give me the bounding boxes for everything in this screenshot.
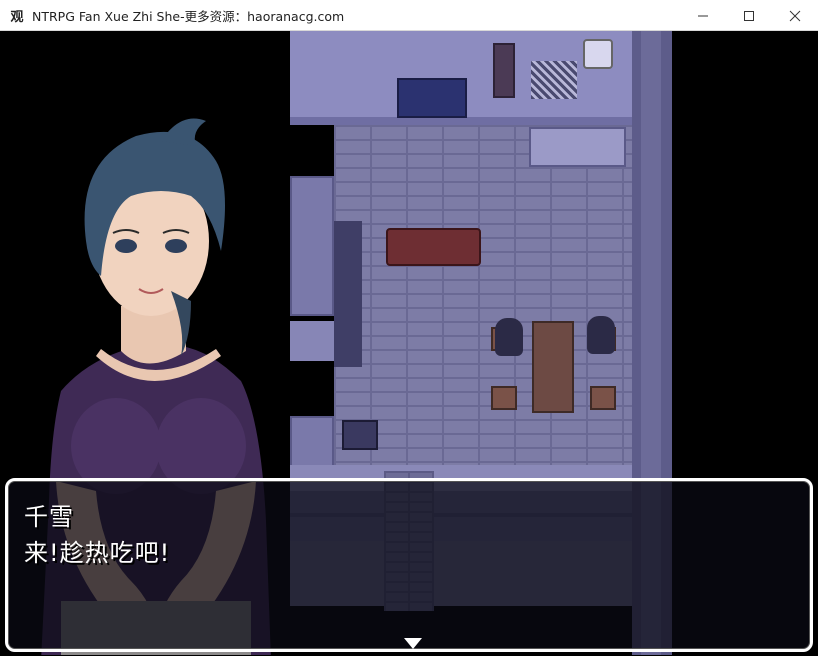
- grandfather-clock: [493, 43, 515, 98]
- maximize-icon: [744, 10, 754, 21]
- wall-trim: [290, 117, 637, 125]
- left-shadow: [334, 221, 362, 367]
- chair: [491, 386, 517, 410]
- left-wall-block: [290, 176, 334, 316]
- stone-floor: [334, 125, 632, 465]
- minimize-icon: [698, 15, 708, 16]
- television: [397, 78, 467, 118]
- dialogue-text: 来!趁热吃吧!: [24, 539, 171, 567]
- speaker-name: 千雪: [24, 503, 74, 531]
- dialogue-box[interactable]: 千雪 来!趁热吃吧!: [5, 478, 813, 652]
- red-sofa: [386, 228, 481, 266]
- window-controls: [680, 0, 818, 31]
- dining-table: [532, 321, 574, 413]
- game-viewport[interactable]: 千雪 来!趁热吃吧!: [1, 31, 817, 655]
- window-titlebar[interactable]: 观 NTRPG Fan Xue Zhi She-更多资源：haoranacg.c…: [0, 0, 818, 31]
- wall-fan: [583, 39, 613, 69]
- close-button[interactable]: [772, 0, 818, 31]
- bookshelf: [342, 420, 378, 450]
- kitchen-counter: [529, 127, 626, 167]
- window-title: NTRPG Fan Xue Zhi She-更多资源：haoranacg.com: [32, 8, 345, 24]
- npc-chixue-sprite: [587, 316, 615, 354]
- player-character-sprite: [495, 318, 523, 356]
- app-icon: 观: [10, 9, 24, 25]
- close-icon: [789, 10, 801, 21]
- wall-vent: [531, 61, 577, 99]
- left-gap: [290, 125, 334, 175]
- left-wall-ledge: [290, 321, 334, 361]
- chair: [590, 386, 616, 410]
- maximize-button[interactable]: [726, 0, 772, 31]
- minimize-button[interactable]: [680, 0, 726, 31]
- advance-arrow-icon[interactable]: [404, 638, 422, 649]
